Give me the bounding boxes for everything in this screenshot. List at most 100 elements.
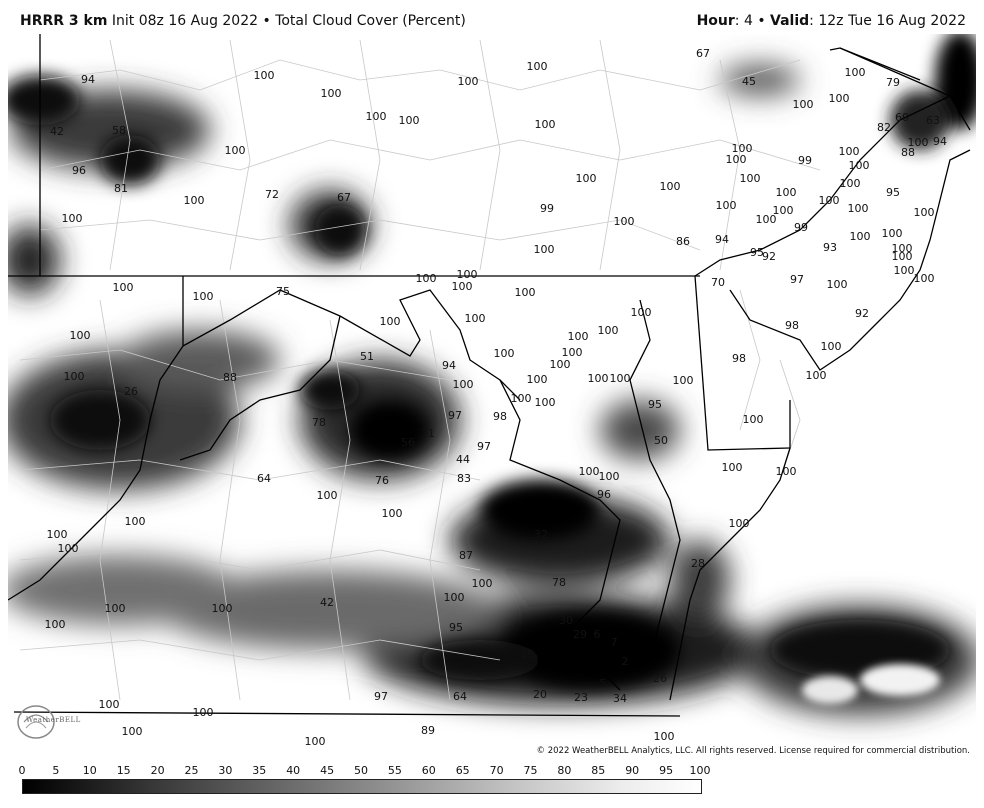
cloud-gap bbox=[860, 664, 940, 696]
cloud-cover-value: 100 bbox=[660, 180, 681, 193]
cloud-cover-value: 100 bbox=[193, 706, 214, 719]
cloud-cover-value: 98 bbox=[785, 319, 799, 332]
cloud-cover-value: 100 bbox=[399, 114, 420, 127]
hour-value: : 4 • bbox=[734, 13, 771, 29]
cloud-cover-value: 100 bbox=[568, 330, 589, 343]
cloud-cover-value: 89 bbox=[421, 724, 435, 737]
cloud-patch bbox=[670, 540, 730, 620]
cloud-cover-value: 56 bbox=[401, 436, 415, 449]
cloud-cover-value: 34 bbox=[613, 692, 627, 705]
cloud-cover-value: 94 bbox=[715, 233, 729, 246]
cloud-cover-value: 95 bbox=[449, 621, 463, 634]
cloud-cover-value: 15 bbox=[520, 648, 534, 661]
colorbar-tick-label: 55 bbox=[387, 764, 402, 777]
hour-label: Hour bbox=[696, 13, 735, 29]
cloud-patch bbox=[120, 330, 280, 390]
cloud-cover-value: 23 bbox=[574, 691, 588, 704]
cloud-cover-value: 30 bbox=[559, 614, 573, 627]
cloud-cover-value: 88 bbox=[223, 371, 237, 384]
cloud-cover-value: 100 bbox=[212, 602, 233, 615]
colorbar-tick-label: 45 bbox=[320, 764, 335, 777]
cloud-cover-value: 100 bbox=[305, 735, 326, 748]
cloud-cover-value: 81 bbox=[114, 182, 128, 195]
cloud-cover-value: 63 bbox=[926, 114, 940, 127]
map-canvas: 947942 589681100100100100 100100100 72 67100… bbox=[8, 34, 976, 758]
cloud-cover-value: 100 bbox=[125, 515, 146, 528]
colorbar-tick-label: 75 bbox=[523, 764, 538, 777]
colorbar-tick-labels: 0 5 10 15 20 25 30 35 40 45 50 55 60 65 70 75 80 85 90 95 10… bbox=[19, 764, 711, 778]
cloud-cover-value: 60 bbox=[895, 111, 909, 124]
cloud-cover-value: 100 bbox=[845, 66, 866, 79]
cloud-cover-value: 100 bbox=[527, 373, 548, 386]
colorbar-tick-label: 25 bbox=[184, 764, 199, 777]
cloud-cover-value: 100 bbox=[45, 618, 66, 631]
cloud-cover-value: 100 bbox=[716, 199, 737, 212]
cloud-cover-value: 100 bbox=[550, 358, 571, 371]
logo-wordmark: WeatherBELL bbox=[26, 716, 81, 724]
cloud-core bbox=[50, 390, 150, 450]
cloud-cover-value: 64 bbox=[453, 690, 467, 703]
cloud-cover-value: 79 bbox=[47, 90, 61, 103]
cloud-cover-value: 100 bbox=[848, 202, 869, 215]
cloud-cover-value: 67 bbox=[696, 47, 710, 60]
cloud-cover-value: 97 bbox=[790, 273, 804, 286]
cloud-cover-value: 100 bbox=[472, 577, 493, 590]
cloud-cover-value: 26 bbox=[124, 385, 138, 398]
cloud-cover-value: 100 bbox=[535, 396, 556, 409]
valid-label: Valid bbox=[770, 13, 810, 29]
cloud-cover-value: 100 bbox=[819, 194, 840, 207]
colorbar-tick-label: 10 bbox=[82, 764, 97, 777]
cloud-cover-value: 42 bbox=[320, 596, 334, 609]
colorbar-tick-label: 40 bbox=[286, 764, 301, 777]
cloud-cover-value: 100 bbox=[722, 461, 743, 474]
cloud-cover-value: 45 bbox=[742, 75, 756, 88]
cloud-cover-value: 100 bbox=[673, 374, 694, 387]
cloud-cover-value: 100 bbox=[494, 347, 515, 360]
cloud-cover-value: 100 bbox=[849, 159, 870, 172]
colorbar-tick-label: 100 bbox=[689, 764, 711, 777]
cloud-cover-value: 100 bbox=[756, 213, 777, 226]
cloud-cover-value: 100 bbox=[534, 243, 555, 256]
cloud-cover-value: 100 bbox=[515, 286, 536, 299]
cloud-cover-value: 28 bbox=[691, 557, 705, 570]
cloud-cover-value: 100 bbox=[729, 517, 750, 530]
cloud-cover-value: 100 bbox=[321, 87, 342, 100]
cloud-cover-value: 29 bbox=[573, 628, 587, 641]
cloud-cover-value: 71 bbox=[421, 427, 435, 440]
cloud-cover-value: 79 bbox=[886, 76, 900, 89]
cloud-cover-value: 100 bbox=[366, 110, 387, 123]
cloud-cover-value: 42 bbox=[50, 125, 64, 138]
cloud-cover-value: 82 bbox=[877, 121, 891, 134]
colorbar-tick-label: 20 bbox=[150, 764, 165, 777]
cloud-cover-value: 100 bbox=[610, 372, 631, 385]
colorbar-tick-label: 95 bbox=[659, 764, 674, 777]
map-title: HRRR 3 km Init 08z 16 Aug 2022 • Total C… bbox=[20, 13, 466, 29]
cloud-cover-value: 100 bbox=[614, 215, 635, 228]
cloud-cover-value: 93 bbox=[823, 241, 837, 254]
cloud-cover-value: 99 bbox=[794, 221, 808, 234]
cloud-cover-value: 100 bbox=[894, 264, 915, 277]
cloud-cover-value: 92 bbox=[762, 250, 776, 263]
cloud-cover-value: 20 bbox=[533, 688, 547, 701]
cloud-cover-value: 100 bbox=[458, 75, 479, 88]
cloud-cover-value: 100 bbox=[576, 172, 597, 185]
cloud-cover-value: 100 bbox=[914, 272, 935, 285]
cloud-cover-value: 97 bbox=[477, 440, 491, 453]
valid-value: : 12z Tue 16 Aug 2022 bbox=[809, 13, 966, 29]
map-header: HRRR 3 km Init 08z 16 Aug 2022 • Total C… bbox=[0, 0, 984, 34]
cloud-cover-value: 100 bbox=[47, 528, 68, 541]
cloud-cover-value: 100 bbox=[598, 324, 619, 337]
cloud-cover-value: 100 bbox=[631, 306, 652, 319]
cloud-cover-value: 72 bbox=[265, 188, 279, 201]
cloud-cover-value: 78 bbox=[312, 416, 326, 429]
cloud-cover-value: 83 bbox=[457, 472, 471, 485]
cloud-gap bbox=[802, 676, 858, 704]
cloud-cover-value: 99 bbox=[798, 154, 812, 167]
cloud-cover-value: 98 bbox=[493, 410, 507, 423]
cloud-cover-value: 44 bbox=[456, 453, 470, 466]
colorbar-tick-label: 80 bbox=[557, 764, 572, 777]
cloud-cover-value: 100 bbox=[317, 489, 338, 502]
colorbar-tick-label: 90 bbox=[625, 764, 640, 777]
colorbar-tick-label: 50 bbox=[354, 764, 368, 777]
cloud-cover-value: 32 bbox=[534, 528, 548, 541]
